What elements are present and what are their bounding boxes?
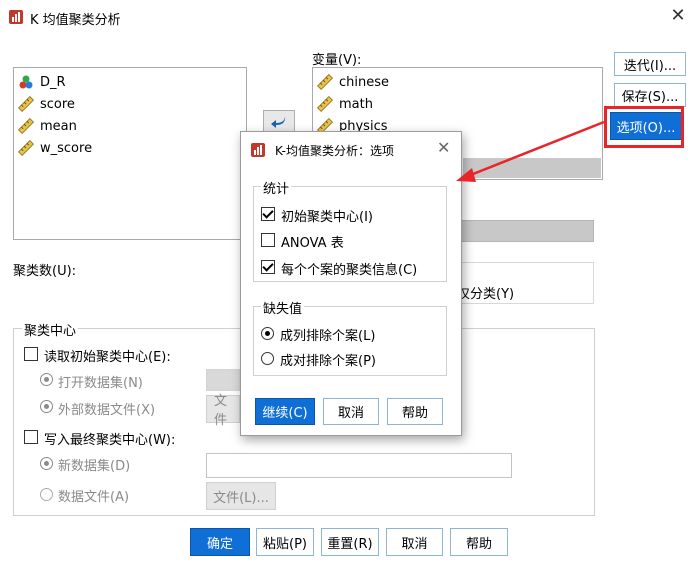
- options-dialog: K-均值聚类分析：选项 ✕ 统计 初始聚类中心(I) ANOVA 表 每个个案的…: [240, 131, 462, 436]
- write-final-checkbox[interactable]: [24, 430, 38, 444]
- listwise-label: 成列排除个案(L): [280, 329, 376, 344]
- list-item[interactable]: mean: [18, 116, 77, 136]
- clusters-label: 聚类数(U):: [13, 264, 77, 279]
- continue-button[interactable]: 继续(C): [255, 398, 315, 425]
- new-dataset-radio[interactable]: [40, 457, 53, 470]
- pairwise-radio[interactable]: [261, 352, 274, 365]
- read-initial-checkbox[interactable]: [24, 347, 38, 361]
- anova-label: ANOVA 表: [281, 236, 344, 251]
- write-final-label: 写入最终聚类中心(W):: [44, 433, 176, 448]
- read-initial-label: 读取初始聚类中心(E):: [44, 350, 171, 365]
- ruler-icon: [317, 96, 333, 112]
- list-item[interactable]: math: [317, 94, 373, 114]
- initial-centers-label: 初始聚类中心(I): [281, 210, 373, 225]
- anova-checkbox[interactable]: [261, 233, 275, 247]
- dialog-help-button[interactable]: 帮助: [387, 398, 443, 425]
- move-arrow-icon: [270, 114, 288, 132]
- data-file-radio[interactable]: [40, 488, 53, 501]
- variable-name: w_score: [40, 140, 93, 156]
- listwise-radio[interactable]: [261, 327, 274, 340]
- list-item[interactable]: D_R: [18, 72, 66, 92]
- variable-name: math: [339, 96, 373, 112]
- cluster-info-checkbox[interactable]: [261, 260, 275, 274]
- list-item[interactable]: score: [18, 94, 75, 114]
- external-file-radio[interactable]: [40, 400, 53, 413]
- external-file-label: 外部数据文件(X): [58, 403, 156, 418]
- cluster-info-label: 每个个案的聚类信息(C): [281, 263, 418, 278]
- ruler-icon: [18, 96, 34, 112]
- paste-button[interactable]: 粘贴(P): [256, 528, 314, 556]
- cluster-centers-title: 聚类中心: [22, 320, 79, 339]
- list-item[interactable]: w_score: [18, 138, 92, 158]
- variables-label: 变量(V):: [312, 53, 362, 68]
- ruler-icon: [317, 74, 333, 90]
- window-close-icon[interactable]: ✕: [668, 6, 688, 26]
- dialog-app-icon: [250, 142, 266, 158]
- variable-name: score: [40, 96, 75, 112]
- missing-values-title: 缺失值: [261, 298, 305, 317]
- file-button-2[interactable]: 文件(L)...: [206, 482, 276, 510]
- open-dataset-radio[interactable]: [40, 373, 53, 386]
- variable-name: D_R: [40, 74, 66, 90]
- cancel-button[interactable]: 取消: [386, 528, 443, 556]
- ruler-icon: [18, 140, 34, 156]
- variable-name: mean: [40, 118, 77, 134]
- classify-only-label[interactable]: 仅分类(Y): [457, 283, 514, 302]
- new-dataset-field[interactable]: [206, 453, 512, 478]
- ruler-icon: [18, 118, 34, 134]
- dialog-close-icon[interactable]: ✕: [437, 138, 450, 157]
- data-file-label: 数据文件(A): [58, 490, 130, 505]
- help-button[interactable]: 帮助: [450, 528, 508, 556]
- open-dataset-select[interactable]: [206, 369, 240, 391]
- file-button-1[interactable]: 文件: [206, 394, 240, 428]
- save-button[interactable]: 保存(S)...: [614, 83, 686, 107]
- window-title: K 均值聚类分析: [30, 13, 121, 28]
- dialog-cancel-button[interactable]: 取消: [323, 398, 379, 425]
- pairwise-label: 成对排除个案(P): [280, 354, 376, 369]
- variable-name: chinese: [339, 74, 390, 90]
- open-dataset-label: 打开数据集(N): [58, 376, 143, 391]
- initial-centers-checkbox[interactable]: [261, 207, 275, 221]
- options-highlight: [604, 106, 684, 148]
- new-dataset-label: 新数据集(D): [58, 459, 131, 474]
- dialog-title: K-均值聚类分析：选项: [275, 144, 394, 158]
- list-item[interactable]: chinese: [317, 72, 389, 92]
- source-variable-list[interactable]: D_R score mean w_score: [13, 67, 247, 240]
- list-scrollbar[interactable]: [463, 158, 601, 178]
- nominal-icon: [18, 74, 34, 90]
- statistics-title: 统计: [261, 178, 292, 197]
- ok-button[interactable]: 确定: [190, 528, 250, 556]
- reset-button[interactable]: 重置(R): [321, 528, 379, 556]
- spss-app-icon: [8, 9, 24, 25]
- iterate-button[interactable]: 迭代(I)...: [614, 52, 686, 76]
